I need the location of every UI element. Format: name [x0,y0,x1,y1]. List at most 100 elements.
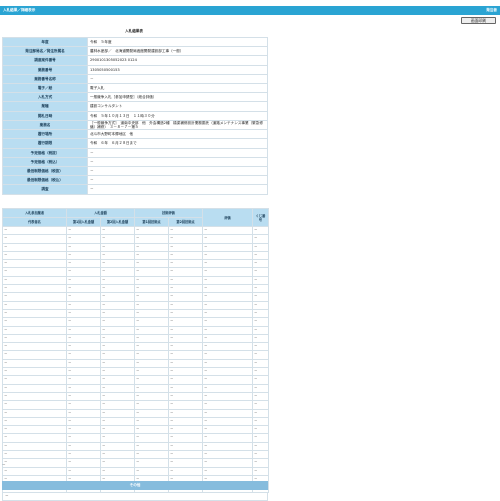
table-cell: － [252,250,269,261]
table-cell: － [66,284,101,294]
detail-value: 電子入札 [87,83,268,94]
detail-row: 最低制限価格（税込）－ [2,175,268,186]
table-cell: － [252,259,269,269]
table-cell: － [2,325,67,335]
table-cell: － [202,416,253,427]
detail-label: 業務番号 [2,64,88,75]
table-cell: － [2,375,67,385]
table-cell: － [134,358,169,369]
table-cell: － [134,275,169,286]
table-cell: － [100,284,135,294]
table-cell: － [2,275,67,286]
table-cell: － [66,458,101,468]
table-cell: － [66,391,101,402]
detail-row: 予定価格（税抜）－ [2,147,268,158]
orderer-label: 発注者 [486,8,497,12]
table-cell: － [252,391,269,402]
detail-row: 入札方式 一般競争入札［参加申請型］（総合評価） [2,92,268,103]
table-row: －－－－－－－ [2,408,269,418]
detail-row: 履行場所 北斗市大野町本郷地区 他 [2,129,268,140]
table-cell: － [2,259,67,269]
table-cell: － [100,317,135,327]
table-cell: － [100,350,135,360]
table-cell: － [100,225,135,236]
table-cell: － [202,284,253,294]
table-cell: － [2,317,67,327]
table-row: －－－－－－－ [2,234,269,244]
detail-label: 予定価格（税込） [2,156,88,168]
table-cell: － [134,425,169,435]
table-row: －－－－－－－ [2,400,269,410]
table-cell: － [168,425,203,435]
table-cell: － [202,308,253,319]
table-cell: － [252,441,269,452]
table-cell: － [66,375,101,385]
table-cell: － [2,350,67,360]
table-cell: － [66,225,101,236]
table-cell: － [66,367,101,377]
table-cell: － [252,358,269,369]
detail-label: 業務名 [2,119,88,131]
table-row: －－－－－－－ [2,333,269,344]
table-cell: － [252,333,269,344]
table-cell: － [134,441,169,452]
table-row: －－－－－－－ [2,292,269,302]
detail-label: 調達案件番号 [2,55,88,66]
detail-label: 調査 [2,184,88,195]
table-row: －－－－－－－ [2,441,269,452]
table-cell: － [252,308,269,319]
col-first-bid: 第1回入札金額 [66,217,101,227]
table-cell: － [202,300,253,310]
table-cell: － [252,350,269,360]
table-cell: － [252,284,269,294]
table-cell: － [202,317,253,327]
detail-label: 予定価格（税抜） [2,147,88,158]
table-row: －－－－－－－ [2,259,269,269]
table-cell: － [202,391,253,402]
table-cell: － [202,425,253,435]
table-cell: － [2,300,67,310]
detail-value: 1305050500153 [87,64,268,75]
table-cell: － [2,433,67,443]
table-cell: － [202,325,253,335]
table-cell: － [134,466,169,476]
table-cell: － [134,284,169,294]
table-cell: － [202,250,253,261]
table-cell: － [202,234,253,244]
bid-table: 入札参加業者 入札金額 技術評価 評価 くじ番号 代表者名 第1回入札金額 第2… [2,208,269,493]
table-cell: － [66,433,101,443]
table-cell: － [168,350,203,360]
detail-value: 北斗市大野町本郷地区 他 [87,129,268,140]
detail-value: － [87,156,268,168]
table-cell: － [134,225,169,236]
table-cell: － [168,333,203,344]
table-row: －－－－－－－ [2,342,269,352]
table-cell: － [168,225,203,236]
col-evaluation: 評価 [202,208,253,227]
table-cell: － [2,408,67,418]
table-row: －－－－－－－ [2,466,269,476]
table-cell: － [202,383,253,393]
detail-row: 電子／紙 電子入札 [2,83,268,94]
table-cell: － [202,458,253,468]
table-cell: － [168,292,203,302]
detail-table: 年度 令和 ５年度 発注部局名／発注所属名 農林水産部／ 北海道開発局函館開発建設部工… [2,36,268,195]
table-cell: － [252,425,269,435]
detail-label: 業種 [2,101,88,112]
table-cell: － [202,342,253,352]
table-cell: － [100,375,135,385]
blank-row: － [2,463,6,467]
print-button[interactable]: 画面印刷 [461,17,496,24]
table-cell: － [134,449,169,460]
table-cell: － [168,367,203,377]
detail-row: 最低制限価格（税抜）－ [2,166,268,177]
table-cell: － [66,449,101,460]
table-row: －－－－－－－ [2,358,269,369]
detail-label: 履行場所 [2,129,88,140]
table-cell: － [66,425,101,435]
table-row: －－－－－－－ [2,416,269,427]
table-cell: － [252,466,269,476]
table-cell: － [66,242,101,252]
table-cell: － [168,416,203,427]
col-participant: 入札参加業者 [2,208,67,218]
